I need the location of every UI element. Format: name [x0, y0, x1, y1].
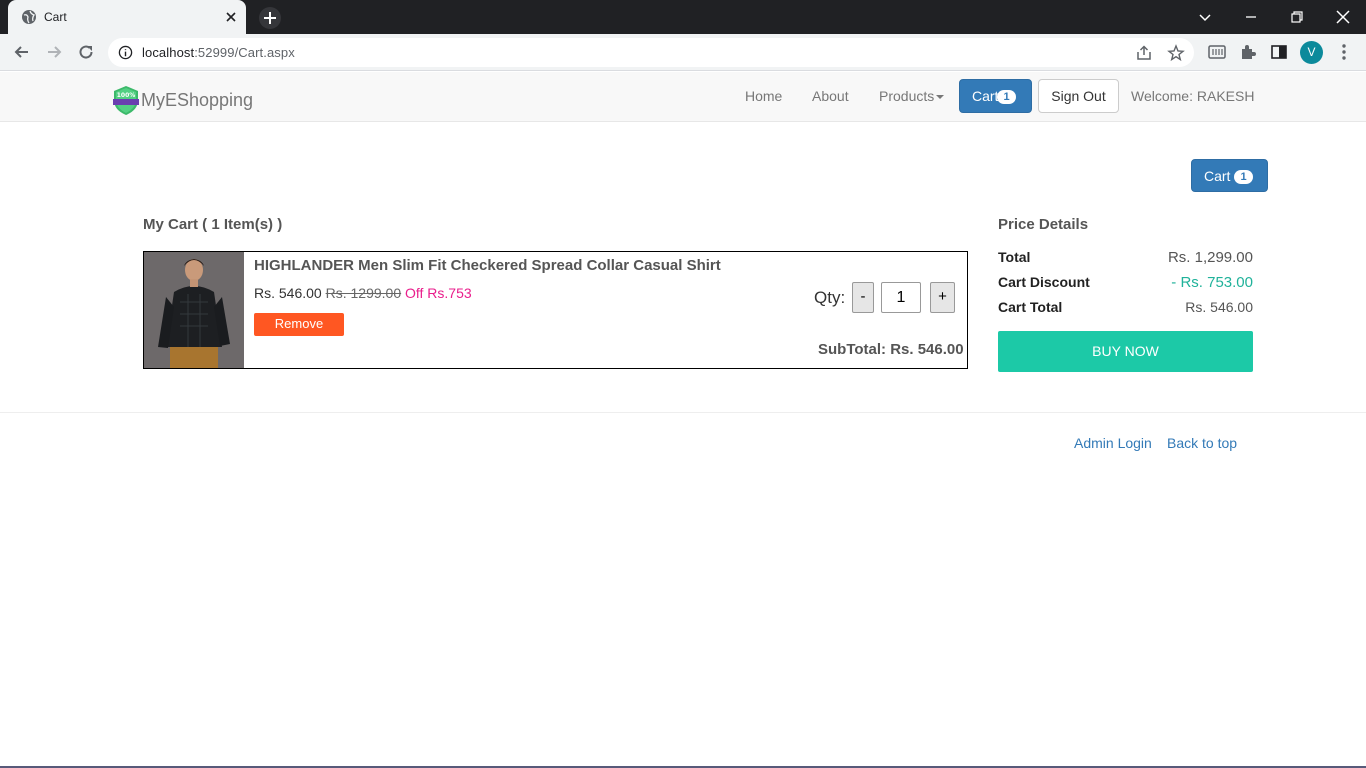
discount-label: Cart Discount — [998, 274, 1090, 290]
remove-button[interactable]: Remove — [254, 313, 344, 336]
total-value: Rs. 1,299.00 — [1167, 249, 1253, 266]
footer-divider — [0, 412, 1366, 413]
qty-label: Qty: — [814, 288, 846, 307]
price-line: Rs. 546.00 Rs. 1299.00 Off Rs.753 — [254, 285, 472, 301]
qty-increase-button[interactable]: + — [930, 282, 955, 313]
menu-kebab-icon[interactable] — [1334, 42, 1354, 62]
total-row: Total Rs. 1,299.00 — [998, 249, 1253, 267]
url-text: localhost:52999/Cart.aspx — [142, 45, 295, 60]
my-cart-title: My Cart ( 1 Item(s) ) — [143, 216, 283, 233]
tab-search-icon[interactable] — [1194, 6, 1216, 28]
nav-cart-badge: 1 — [997, 90, 1016, 104]
svg-text:100%: 100% — [117, 92, 136, 99]
site-navbar: 100% MyEShopping Home About Products Car… — [0, 72, 1366, 122]
product-name[interactable]: HIGHLANDER Men Slim Fit Checkered Spread… — [254, 257, 721, 274]
cart-item: HIGHLANDER Men Slim Fit Checkered Spread… — [143, 251, 968, 369]
total-label: Total — [998, 249, 1031, 265]
close-tab-icon[interactable] — [222, 8, 240, 26]
brand-name[interactable]: MyEShopping — [141, 90, 253, 111]
close-window-icon[interactable] — [1332, 6, 1354, 28]
nav-home[interactable]: Home — [745, 88, 782, 104]
cart-count-badge: 1 — [1234, 170, 1253, 184]
address-bar[interactable]: localhost:52999/Cart.aspx — [108, 38, 1194, 67]
extensions-icon[interactable] — [1238, 42, 1258, 62]
nav-cart-label: Cart — [972, 88, 999, 104]
caret-down-icon — [936, 95, 945, 100]
subtotal-text: SubTotal: Rs. 546.00 — [818, 341, 964, 358]
nav-products-label: Products — [879, 88, 935, 104]
discount-text: Off Rs.753 — [405, 285, 472, 301]
original-price: Rs. 1299.00 — [325, 285, 402, 301]
forward-icon[interactable] — [44, 42, 64, 62]
minimize-icon[interactable] — [1240, 6, 1262, 28]
admin-login-link[interactable]: Admin Login — [1074, 435, 1152, 451]
nav-about[interactable]: About — [812, 88, 849, 104]
sign-out-button[interactable]: Sign Out — [1038, 79, 1119, 113]
back-icon[interactable] — [12, 42, 32, 62]
discount-value: - Rs. 753.00 — [1171, 274, 1253, 291]
new-tab-icon[interactable] — [258, 6, 282, 30]
browser-tab[interactable]: Cart — [8, 0, 246, 34]
tab-title: Cart — [44, 10, 67, 24]
back-to-top-link[interactable]: Back to top — [1167, 435, 1237, 451]
media-icon[interactable] — [1207, 42, 1227, 62]
secured-badge-logo[interactable]: 100% — [113, 85, 139, 116]
nav-cart-button[interactable]: Cart 1 — [959, 79, 1032, 113]
discount-row: Cart Discount - Rs. 753.00 — [998, 274, 1253, 292]
site-info-icon[interactable] — [118, 45, 133, 60]
selling-price: Rs. 546.00 — [254, 285, 322, 301]
cart-total-label: Cart Total — [998, 299, 1063, 315]
share-icon[interactable] — [1135, 44, 1153, 62]
globe-icon — [22, 10, 36, 24]
cart-button[interactable]: Cart 1 — [1191, 159, 1268, 192]
nav-products[interactable]: Products — [879, 88, 945, 104]
browser-toolbar: localhost:52999/Cart.aspx V — [0, 34, 1366, 71]
side-panel-icon[interactable] — [1269, 42, 1289, 62]
welcome-text: Welcome: RAKESH — [1131, 88, 1255, 104]
cart-total-value: Rs. 546.00 — [1185, 299, 1253, 315]
profile-avatar[interactable]: V — [1300, 41, 1323, 64]
cart-total-row: Cart Total Rs. 546.00 — [998, 299, 1253, 317]
qty-decrease-button[interactable]: - — [852, 282, 874, 313]
cart-button-label: Cart — [1204, 168, 1231, 184]
bookmark-star-icon[interactable] — [1167, 44, 1185, 62]
qty-input[interactable]: 1 — [881, 282, 921, 313]
browser-tabstrip: Cart — [0, 0, 1366, 34]
price-details-title: Price Details — [998, 216, 1089, 233]
restore-icon[interactable] — [1286, 6, 1308, 28]
product-image[interactable] — [144, 252, 244, 368]
buy-now-button[interactable]: BUY NOW — [998, 331, 1253, 372]
reload-icon[interactable] — [76, 42, 96, 62]
